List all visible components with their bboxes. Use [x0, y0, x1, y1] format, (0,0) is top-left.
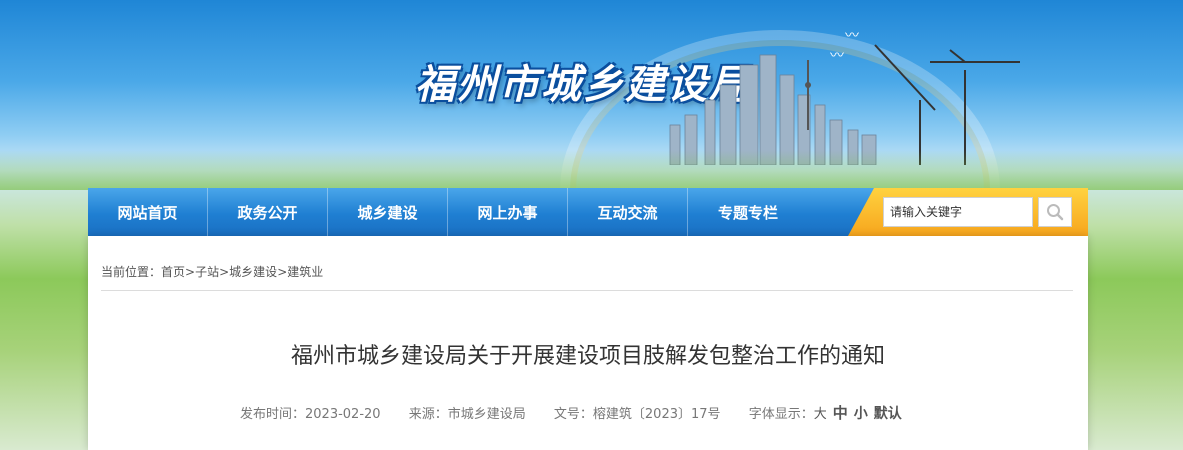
doc-label: 文号： — [553, 407, 593, 422]
font-size-control: 字体显示：大中小默认 — [748, 404, 908, 422]
nav-item-interaction[interactable]: 互动交流 — [568, 188, 688, 236]
doc-number: 榕建筑〔2023〕17号 — [592, 407, 721, 422]
search-area — [848, 188, 1088, 236]
nav-item-special-topics[interactable]: 专题专栏 — [688, 188, 808, 236]
city-skyline-illustration — [669, 44, 1020, 165]
font-size-label: 字体显示： — [748, 407, 814, 422]
breadcrumb-separator: > — [185, 265, 196, 279]
source-info: 来源：市城乡建设局 — [409, 407, 526, 422]
article-title: 福州市城乡建设局关于开展建设项目肢解发包整治工作的通知 — [290, 344, 885, 369]
breadcrumb-item-urban-rural[interactable]: 城乡建设 — [229, 265, 277, 279]
breadcrumb-separator: > — [277, 265, 288, 279]
nav-item-online-services[interactable]: 网上办事 — [448, 188, 568, 236]
nav-item-home[interactable]: 网站首页 — [88, 188, 208, 236]
grass-decoration — [0, 150, 1183, 190]
breadcrumb-prefix: 当前位置： — [101, 265, 162, 279]
content-panel: 当前位置：首页>子站>城乡建设>建筑业 福州市城乡建设局关于开展建设项目肢解发包… — [88, 236, 1088, 450]
breadcrumb: 当前位置：首页>子站>城乡建设>建筑业 — [101, 263, 323, 280]
header-banner: 〰 〰 福州市城乡建设局 — [0, 0, 1183, 190]
font-default-button[interactable]: 默认 — [874, 406, 902, 422]
publish-info: 发布时间：2023-02-20 — [240, 407, 381, 422]
main-nav: 网站首页 政务公开 城乡建设 网上办事 互动交流 专题专栏 — [88, 188, 1088, 236]
font-large-button[interactable]: 大 — [814, 407, 827, 422]
font-small-button[interactable]: 小 — [854, 406, 868, 422]
nav-item-urban-rural-construction[interactable]: 城乡建设 — [328, 188, 448, 236]
search-icon — [1047, 204, 1064, 221]
search-input[interactable] — [883, 197, 1033, 227]
nav-item-government-affairs[interactable]: 政务公开 — [208, 188, 328, 236]
breadcrumb-item-substation[interactable]: 子站 — [195, 265, 219, 279]
doc-number-info: 文号：榕建筑〔2023〕17号 — [554, 407, 721, 422]
source-value: 市城乡建设局 — [447, 407, 526, 422]
breadcrumb-divider — [101, 290, 1073, 291]
search-button[interactable] — [1038, 197, 1072, 227]
publish-label: 发布时间： — [240, 407, 306, 422]
source-label: 来源： — [408, 407, 448, 422]
font-medium-button[interactable]: 中 — [833, 404, 848, 422]
breadcrumb-item-construction-industry[interactable]: 建筑业 — [287, 265, 323, 279]
article-meta: 发布时间：2023-02-20 来源：市城乡建设局 文号：榕建筑〔2023〕17… — [240, 402, 908, 423]
breadcrumb-item-home[interactable]: 首页 — [161, 265, 185, 279]
breadcrumb-separator: > — [219, 265, 230, 279]
publish-date: 2023-02-20 — [305, 407, 381, 422]
